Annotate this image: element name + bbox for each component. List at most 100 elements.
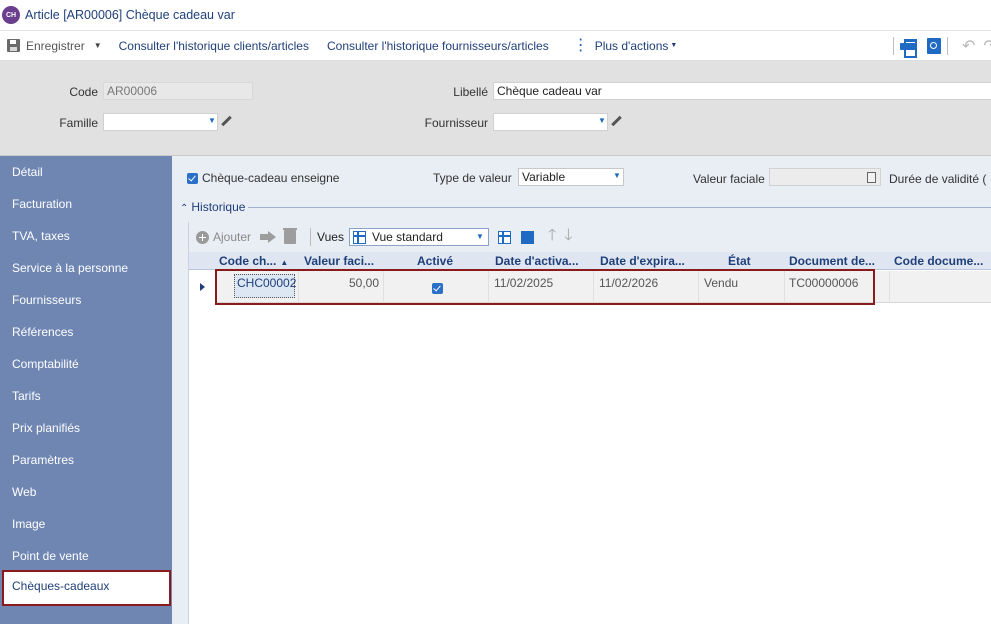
sidebar-item-fournisseurs[interactable]: Fournisseurs [0, 284, 172, 316]
historique-section-title[interactable]: ⌃ Historique [180, 200, 249, 216]
fournisseur-label: Fournisseur [424, 116, 488, 130]
grid-header-row: Code ch... ▲ Valeur faci... Activé Date d… [189, 252, 991, 270]
grid-toolbar: Ajouter Vues Vue standard ▼ 🡑 🡓 [189, 222, 991, 252]
cell-code[interactable]: CHC00002 [233, 271, 299, 303]
add-circle-icon [196, 230, 209, 244]
famille-label: Famille [59, 116, 98, 130]
code-label: Code [69, 85, 98, 99]
print-icon[interactable] [900, 39, 917, 58]
enseigne-checkbox[interactable] [187, 173, 198, 184]
vues-label: Vues [317, 230, 344, 244]
column-header-code-label: Code ch... [219, 254, 277, 268]
libelle-label: Libellé [453, 85, 488, 99]
views-chevron-down-icon[interactable]: ▼ [476, 232, 484, 241]
cell-date-expiration[interactable]: 11/02/2026 [594, 271, 699, 303]
column-header-date-activation[interactable]: Date d'activa... [495, 252, 595, 270]
redo-icon[interactable]: ↷ [983, 36, 991, 56]
type-valeur-chevron-down-icon[interactable]: ▼ [613, 171, 621, 180]
views-value: Vue standard [371, 230, 443, 244]
title-bar: CH Article [AR00006] Chèque cadeau var [0, 0, 991, 31]
column-header-code-document[interactable]: Code docume... [894, 252, 991, 270]
toolbar-divider [893, 37, 894, 55]
sidebar-item-image[interactable]: Image [0, 508, 172, 540]
libelle-field[interactable]: Chèque cadeau var [493, 82, 991, 100]
window-title: Article [AR00006] Chèque cadeau var [25, 8, 235, 22]
sidebar-item-references[interactable]: Références [0, 316, 172, 348]
enseigne-label: Chèque-cadeau enseigne [202, 171, 340, 185]
column-header-valeur[interactable]: Valeur faci... [304, 252, 384, 270]
code-field: AR00006 [103, 82, 253, 100]
grid-settings-icon[interactable] [497, 230, 511, 244]
toolbar: Enregistrer ▼ Consulter l'historique cli… [0, 31, 991, 61]
fournisseur-chevron-down-icon[interactable]: ▼ [598, 116, 606, 125]
fournisseur-combo[interactable] [493, 113, 608, 131]
toolbar-right-group: ↶ ↷ [887, 31, 991, 61]
floppy-disk-icon [7, 39, 20, 52]
historique-grid: Ajouter Vues Vue standard ▼ 🡑 🡓 Code ch.… [188, 222, 991, 624]
save-dropdown-chevron-down-icon[interactable]: ▼ [94, 41, 102, 50]
save-label: Enregistrer [26, 38, 85, 53]
cell-document[interactable]: TC00000006 [785, 271, 890, 303]
type-valeur-label: Type de valeur [433, 171, 512, 185]
more-actions-button[interactable]: Plus d'actions [595, 39, 669, 53]
add-button[interactable]: Ajouter [213, 230, 251, 244]
more-vertical-icon: ⋮ [572, 36, 589, 54]
column-header-document[interactable]: Document de... [789, 252, 889, 270]
sidebar-item-parametres[interactable]: Paramètres [0, 444, 172, 476]
grid-filled-icon[interactable] [520, 230, 534, 244]
sidebar-item-prix-planifies[interactable]: Prix planifiés [0, 412, 172, 444]
collapse-chevron-up-icon[interactable]: ⌃ [180, 203, 188, 214]
print-preview-icon[interactable] [927, 38, 941, 54]
sidebar-item-cheques-cadeaux[interactable]: Chèques-cadeaux [2, 570, 171, 606]
trash-icon[interactable] [283, 228, 298, 244]
valeur-faciale-field [769, 168, 881, 186]
more-actions-chevron-down-icon: ▼ [670, 42, 678, 49]
sidebar-item-point-de-vente[interactable]: Point de vente [0, 540, 172, 572]
arrow-right-icon[interactable] [260, 231, 277, 243]
historique-title-text: Historique [191, 200, 246, 214]
row-indicator-icon[interactable] [189, 271, 216, 303]
active-checkbox[interactable] [432, 283, 443, 294]
section-divider [180, 207, 991, 208]
cell-etat[interactable]: Vendu [699, 271, 785, 303]
cell-code-text: CHC00002 [237, 276, 297, 290]
famille-pencil-icon[interactable] [221, 116, 231, 126]
famille-combo[interactable] [103, 113, 218, 131]
sort-ascending-icon[interactable]: ▲ [280, 258, 288, 267]
cell-date-activation[interactable]: 11/02/2025 [489, 271, 594, 303]
save-button[interactable]: Enregistrer ▼ [7, 39, 102, 53]
table-row[interactable]: CHC00002 50,00 11/02/2025 11/02/2026 Ven… [189, 271, 991, 303]
type-valeur-combo[interactable]: Variable [518, 168, 624, 186]
famille-chevron-down-icon[interactable]: ▼ [208, 116, 216, 125]
cell-code-document[interactable] [890, 271, 991, 303]
article-header-form: Code AR00006 Libellé Chèque cadeau var F… [0, 61, 991, 156]
sidebar-item-facturation[interactable]: Facturation [0, 188, 172, 220]
sidebar-item-web[interactable]: Web [0, 476, 172, 508]
calculator-icon[interactable] [867, 172, 876, 183]
toolbar-divider [947, 37, 948, 55]
column-header-code[interactable]: Code ch... ▲ [219, 252, 301, 270]
sidebar-item-detail[interactable]: Détail [0, 156, 172, 188]
cell-valeur[interactable]: 50,00 [299, 271, 384, 303]
sidebar-item-service-personne[interactable]: Service à la personne [0, 252, 172, 284]
valeur-faciale-label: Valeur faciale [693, 172, 765, 186]
arrow-down-icon[interactable]: 🡓 [564, 224, 572, 251]
column-header-active[interactable]: Activé [417, 252, 477, 270]
column-header-date-expiration[interactable]: Date d'expira... [600, 252, 700, 270]
sidebar-item-tarifs[interactable]: Tarifs [0, 380, 172, 412]
sidebar-item-tva-taxes[interactable]: TVA, taxes [0, 220, 172, 252]
sidebar-nav: Détail Facturation TVA, taxes Service à … [0, 156, 172, 624]
sidebar-item-comptabilite[interactable]: Comptabilité [0, 348, 172, 380]
arrow-up-icon[interactable]: 🡑 [548, 224, 556, 251]
duree-validite-label: Durée de validité ( [889, 172, 987, 186]
historique-section-header[interactable]: ⌃ Historique [180, 200, 991, 216]
app-logo-icon: CH [2, 6, 20, 24]
fournisseur-pencil-icon[interactable] [611, 116, 621, 126]
history-suppliers-articles-link[interactable]: Consulter l'historique fournisseurs/arti… [327, 39, 549, 53]
column-header-etat[interactable]: État [728, 252, 788, 270]
history-clients-articles-link[interactable]: Consulter l'historique clients/articles [119, 39, 309, 53]
views-combo[interactable]: Vue standard ▼ [348, 228, 489, 246]
undo-icon[interactable]: ↶ [962, 36, 975, 56]
grid-toolbar-divider [310, 228, 312, 246]
main-panel: Chèque-cadeau enseigne Type de valeur Va… [172, 156, 991, 624]
